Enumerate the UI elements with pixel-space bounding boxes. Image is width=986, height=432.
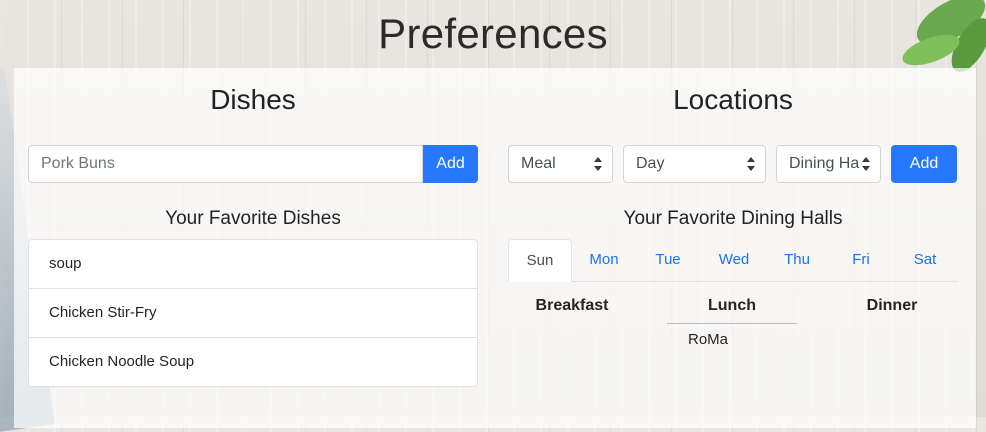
day-select[interactable]: Day [623, 145, 766, 183]
day-tabs: Sun Mon Tue Wed Thu Fri Sat [508, 239, 958, 282]
favorite-dining-halls-title: Your Favorite Dining Halls [623, 208, 843, 229]
meal-select-value: Meal [521, 155, 556, 172]
select-arrows-icon [747, 157, 755, 171]
favorite-dishes-list: soup Chicken Stir-Fry Chicken Noodle Sou… [28, 239, 478, 387]
breakfast-heading: Breakfast [535, 297, 609, 314]
dish-input[interactable] [28, 145, 423, 183]
add-location-button[interactable]: Add [891, 145, 957, 183]
list-item[interactable]: Chicken Stir-Fry [29, 289, 477, 338]
page-title: Preferences [378, 10, 608, 57]
tab-wed[interactable]: Wed [702, 239, 766, 281]
divider [667, 323, 797, 324]
tab-sun[interactable]: Sun [508, 239, 572, 282]
locations-title: Locations [673, 84, 793, 115]
meal-select[interactable]: Meal [508, 145, 613, 183]
dining-hall-select-value: Dining Ha [789, 155, 860, 172]
add-dish-button[interactable]: Add [423, 145, 478, 183]
lunch-heading: Lunch [708, 297, 756, 314]
list-item[interactable]: soup [29, 240, 477, 289]
tab-sat[interactable]: Sat [893, 239, 957, 281]
dining-hall-item[interactable]: RoMa [688, 331, 728, 348]
list-item[interactable]: Chicken Noodle Soup [29, 338, 477, 386]
tab-mon[interactable]: Mon [572, 239, 636, 281]
tab-thu[interactable]: Thu [765, 239, 829, 281]
day-select-value: Day [636, 155, 665, 172]
tab-tue[interactable]: Tue [636, 239, 700, 281]
dining-hall-select[interactable]: Dining Ha [776, 145, 881, 183]
dinner-heading: Dinner [866, 297, 918, 314]
select-arrows-icon [594, 157, 602, 171]
select-arrows-icon [862, 157, 870, 171]
dishes-title: Dishes [210, 84, 296, 115]
favorite-dishes-title: Your Favorite Dishes [165, 208, 341, 229]
tab-fri[interactable]: Fri [829, 239, 893, 281]
